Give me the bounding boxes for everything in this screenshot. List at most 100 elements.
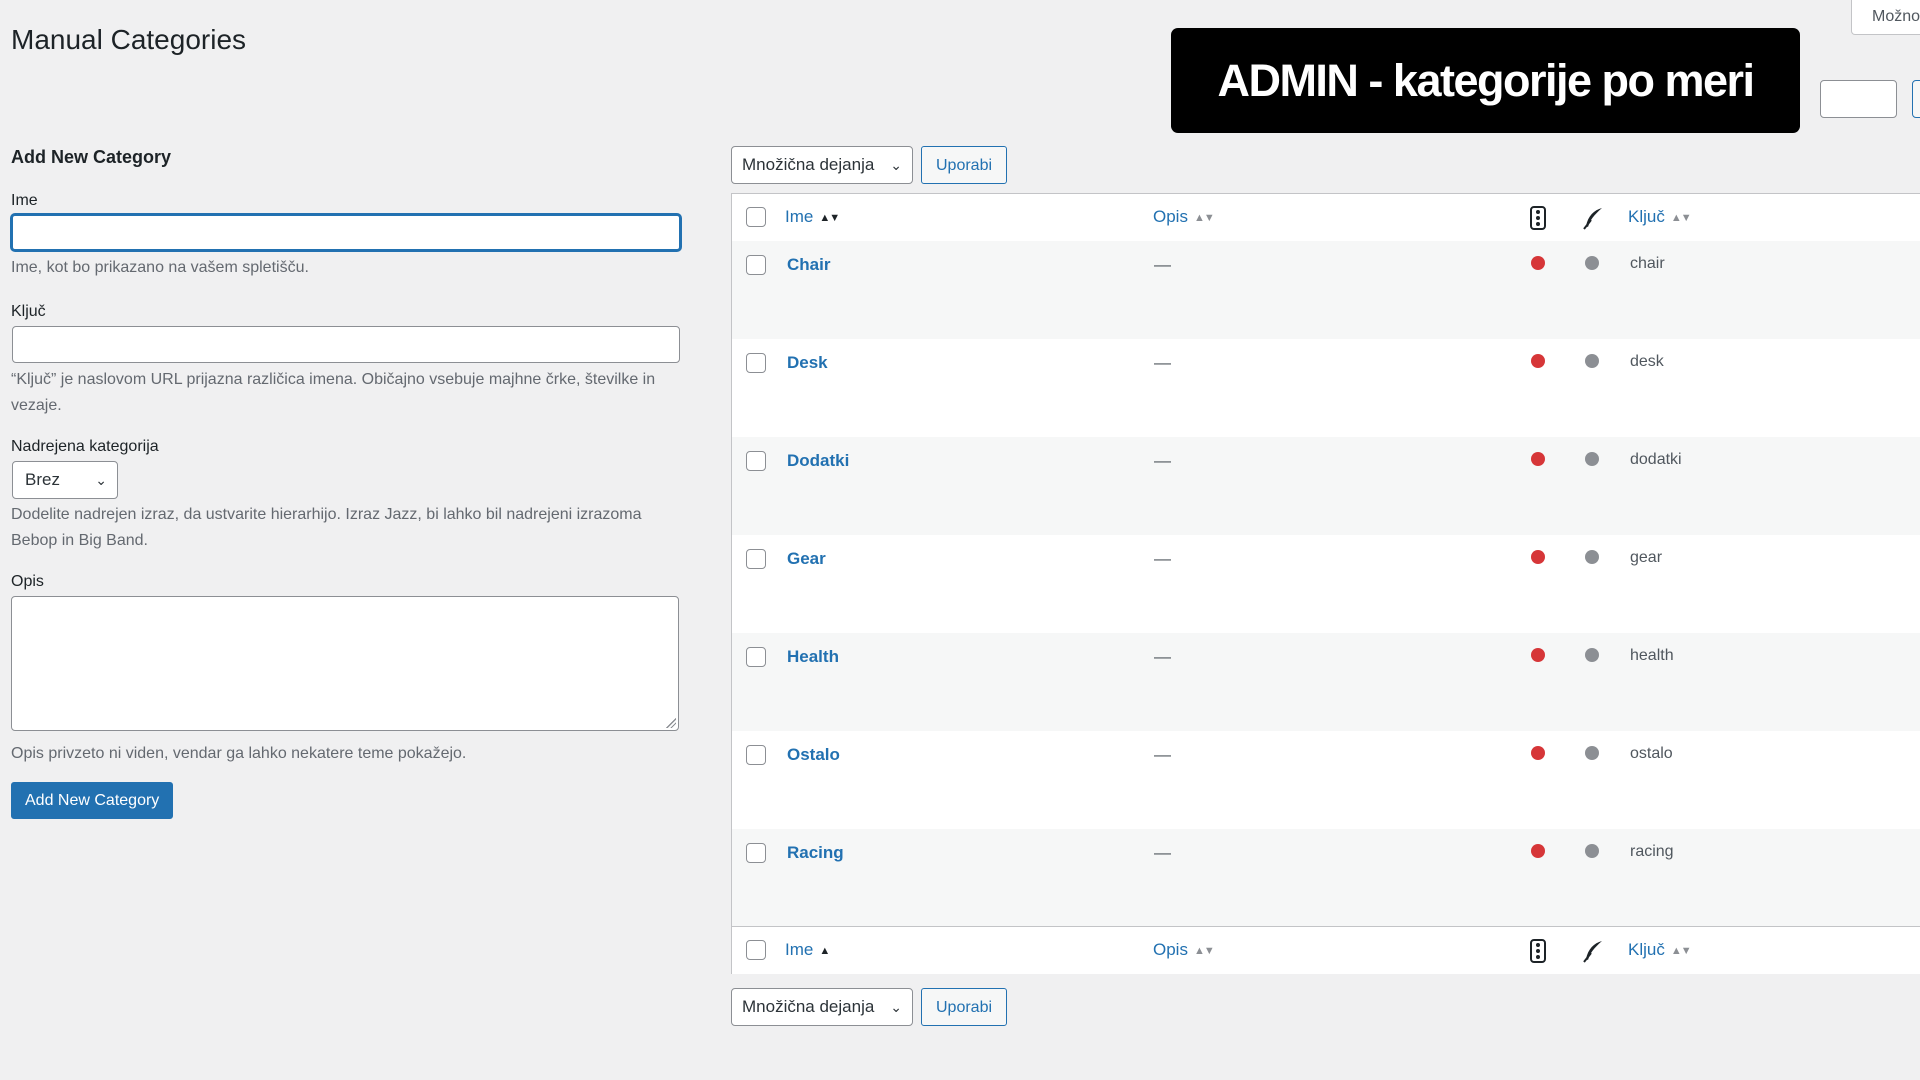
bulk-actions-select-top[interactable]: Množična dejanja ⌄	[731, 146, 913, 184]
category-description: —	[1154, 255, 1171, 274]
apply-button-top[interactable]: Uporabi	[921, 146, 1007, 184]
category-slug: chair	[1630, 255, 1665, 272]
table-row: Health — health	[732, 633, 1920, 731]
resize-handle-icon[interactable]	[666, 718, 676, 728]
name-field[interactable]	[11, 214, 681, 251]
sort-icon: ▲▼	[1670, 945, 1692, 957]
bulk-actions-value: Množična dejanja	[742, 997, 875, 1016]
sort-icon: ▲▼	[1193, 212, 1215, 224]
status-dot-icon	[1531, 256, 1545, 270]
select-all-checkbox-footer[interactable]	[746, 940, 766, 960]
category-name-link[interactable]: Ostalo	[787, 745, 840, 765]
table-row: Chair — chair	[732, 241, 1920, 339]
status-dot-icon	[1531, 452, 1545, 466]
category-description: —	[1154, 451, 1171, 470]
row-checkbox[interactable]	[746, 549, 766, 569]
select-all-checkbox[interactable]	[746, 207, 766, 227]
column-header-name[interactable]: Ime ▲▼	[785, 207, 840, 227]
column-footer-description[interactable]: Opis ▲▼	[1153, 940, 1215, 960]
parent-select-value: Brez	[25, 470, 60, 489]
table-row: Ostalo — ostalo	[732, 731, 1920, 829]
row-checkbox[interactable]	[746, 353, 766, 373]
category-slug: health	[1630, 647, 1674, 664]
row-checkbox[interactable]	[746, 843, 766, 863]
status-dot-icon	[1531, 354, 1545, 368]
table-header: Ime ▲▼ Opis ▲▼ Ključ ▲▼	[732, 194, 1920, 242]
search-button[interactable]	[1912, 80, 1920, 118]
feather-dot-icon	[1585, 648, 1599, 662]
row-checkbox[interactable]	[746, 451, 766, 471]
feather-dot-icon	[1585, 550, 1599, 564]
table-row: Gear — gear	[732, 535, 1920, 633]
apply-button-bottom[interactable]: Uporabi	[921, 988, 1007, 1026]
category-slug: desk	[1630, 353, 1664, 370]
category-name-link[interactable]: Gear	[787, 549, 826, 569]
bulk-actions-value: Množična dejanja	[742, 155, 875, 174]
column-footer-name[interactable]: Ime ▲	[785, 940, 830, 960]
sort-asc-icon: ▲▼	[819, 212, 840, 224]
category-name-link[interactable]: Dodatki	[787, 451, 849, 471]
add-new-category-button[interactable]: Add New Category	[11, 782, 174, 819]
slug-description: “Ključ” je naslovom URL prijazna različi…	[11, 371, 656, 414]
status-dot-icon	[1531, 844, 1545, 858]
column-header-slug[interactable]: Ključ ▲▼	[1628, 207, 1692, 227]
parent-category-select[interactable]: Brez ⌄	[12, 461, 118, 499]
table-footer: Ime ▲ Opis ▲▼ Ključ ▲▼	[732, 926, 1920, 974]
feather-dot-icon	[1585, 746, 1599, 760]
column-footer-slug[interactable]: Ključ ▲▼	[1628, 940, 1692, 960]
category-description: —	[1154, 549, 1171, 568]
category-name-link[interactable]: Racing	[787, 843, 844, 863]
status-dot-icon	[1531, 746, 1545, 760]
screen-options-tab[interactable]: Možnosti	[1851, 0, 1920, 35]
bulk-actions-select-bottom[interactable]: Množična dejanja ⌄	[731, 988, 913, 1026]
traffic-light-icon	[1528, 939, 1550, 963]
category-description: —	[1154, 353, 1171, 372]
chevron-down-icon: ⌄	[95, 472, 107, 488]
category-name-link[interactable]: Desk	[787, 353, 828, 373]
category-description: —	[1154, 843, 1171, 862]
search-input[interactable]	[1820, 80, 1897, 118]
parent-description: Dodelite nadrejen izraz, da ustvarite hi…	[11, 506, 642, 549]
feather-icon	[1582, 939, 1604, 963]
description-textarea[interactable]	[11, 596, 679, 731]
category-name-link[interactable]: Health	[787, 647, 839, 667]
slug-field[interactable]	[12, 326, 680, 363]
traffic-light-icon	[1528, 206, 1550, 230]
table-row: Racing — racing	[732, 829, 1920, 927]
row-checkbox[interactable]	[746, 745, 766, 765]
category-description: —	[1154, 647, 1171, 666]
category-slug: dodatki	[1630, 451, 1682, 468]
categories-table: Ime ▲▼ Opis ▲▼ Ključ ▲▼ Chair — chair Desk — des…	[731, 193, 1920, 974]
title-banner: ADMIN - kategorije po meri	[1171, 28, 1800, 133]
form-heading: Add New Category	[11, 147, 172, 167]
feather-dot-icon	[1585, 452, 1599, 466]
status-dot-icon	[1531, 648, 1545, 662]
category-slug: racing	[1630, 843, 1674, 860]
chevron-down-icon: ⌄	[890, 999, 902, 1015]
page-title: Manual Categories	[11, 24, 247, 55]
sort-asc-icon: ▲	[819, 945, 830, 957]
parent-label: Nadrejena kategorija	[11, 438, 159, 455]
sort-icon: ▲▼	[1193, 945, 1215, 957]
slug-label: Ključ	[11, 303, 46, 320]
row-checkbox[interactable]	[746, 255, 766, 275]
sort-icon: ▲▼	[1670, 212, 1692, 224]
description-label: Opis	[11, 573, 44, 590]
row-checkbox[interactable]	[746, 647, 766, 667]
description-help: Opis privzeto ni viden, vendar ga lahko …	[11, 745, 467, 762]
name-label: Ime	[11, 192, 38, 209]
category-name-link[interactable]: Chair	[787, 255, 830, 275]
name-description: Ime, kot bo prikazano na vašem spletišču…	[11, 259, 309, 276]
category-slug: gear	[1630, 549, 1663, 566]
chevron-down-icon: ⌄	[890, 157, 902, 173]
feather-dot-icon	[1585, 844, 1599, 858]
feather-dot-icon	[1585, 354, 1599, 368]
status-dot-icon	[1531, 550, 1545, 564]
feather-dot-icon	[1585, 256, 1599, 270]
column-header-description[interactable]: Opis ▲▼	[1153, 207, 1215, 227]
category-slug: ostalo	[1630, 745, 1673, 762]
table-row: Dodatki — dodatki	[732, 437, 1920, 535]
category-description: —	[1154, 745, 1171, 764]
feather-icon	[1582, 206, 1604, 230]
table-row: Desk — desk	[732, 339, 1920, 437]
